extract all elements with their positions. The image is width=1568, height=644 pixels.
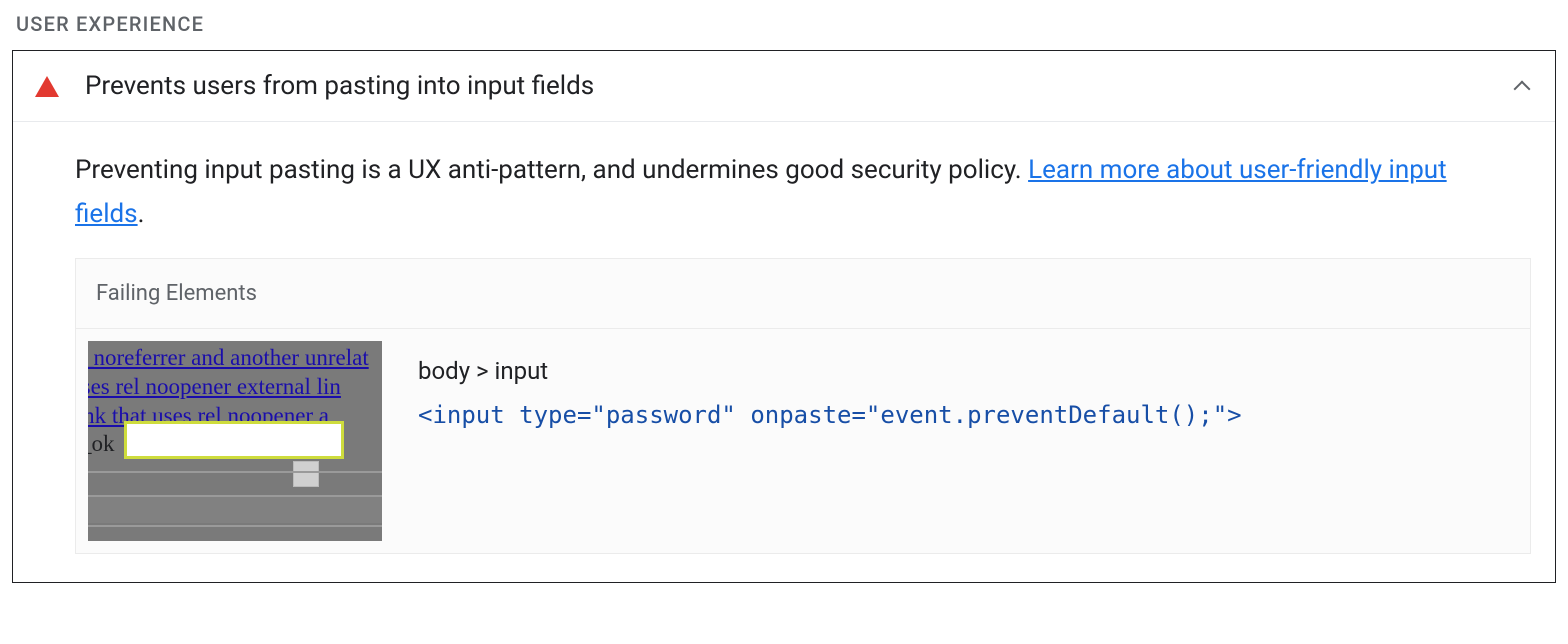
thumbnail-divider [88, 525, 382, 527]
section-title: USER EXPERIENCE [12, 12, 1556, 36]
thumbnail-text-line: t uses rel noopener external lin [88, 374, 341, 400]
element-code-snippet: <input type="password" onpaste="event.pr… [418, 401, 1518, 429]
audit-description: Preventing input pasting is a UX anti-pa… [75, 148, 1555, 236]
failing-elements-header: Failing Elements [76, 259, 1530, 329]
thumbnail-text-line: _ok [88, 431, 115, 457]
audit-card: Prevents users from pasting into input f… [12, 50, 1556, 583]
thumbnail-divider [88, 471, 382, 473]
warning-triangle-icon [35, 76, 59, 97]
broken-image-icon [293, 461, 319, 487]
element-selector-path: body > input [418, 357, 1518, 385]
element-thumbnail: _noreferrer and another unrelat t uses r… [88, 341, 382, 541]
chevron-up-icon[interactable] [1513, 76, 1533, 96]
audit-body: Preventing input pasting is a UX anti-pa… [13, 122, 1555, 582]
thumbnail-text-line: _noreferrer and another unrelat [88, 345, 369, 371]
thumbnail-highlighted-input [124, 421, 344, 459]
thumbnail-bar [88, 497, 382, 523]
audit-header[interactable]: Prevents users from pasting into input f… [13, 51, 1555, 122]
failing-elements-container: Failing Elements _noreferrer and another… [75, 258, 1531, 554]
failing-element-detail: body > input <input type="password" onpa… [382, 341, 1518, 429]
audit-title: Prevents users from pasting into input f… [85, 71, 1513, 101]
failing-element-row: _noreferrer and another unrelat t uses r… [76, 329, 1530, 553]
audit-description-text: Preventing input pasting is a UX anti-pa… [75, 155, 1028, 185]
audit-description-period: . [138, 199, 145, 229]
